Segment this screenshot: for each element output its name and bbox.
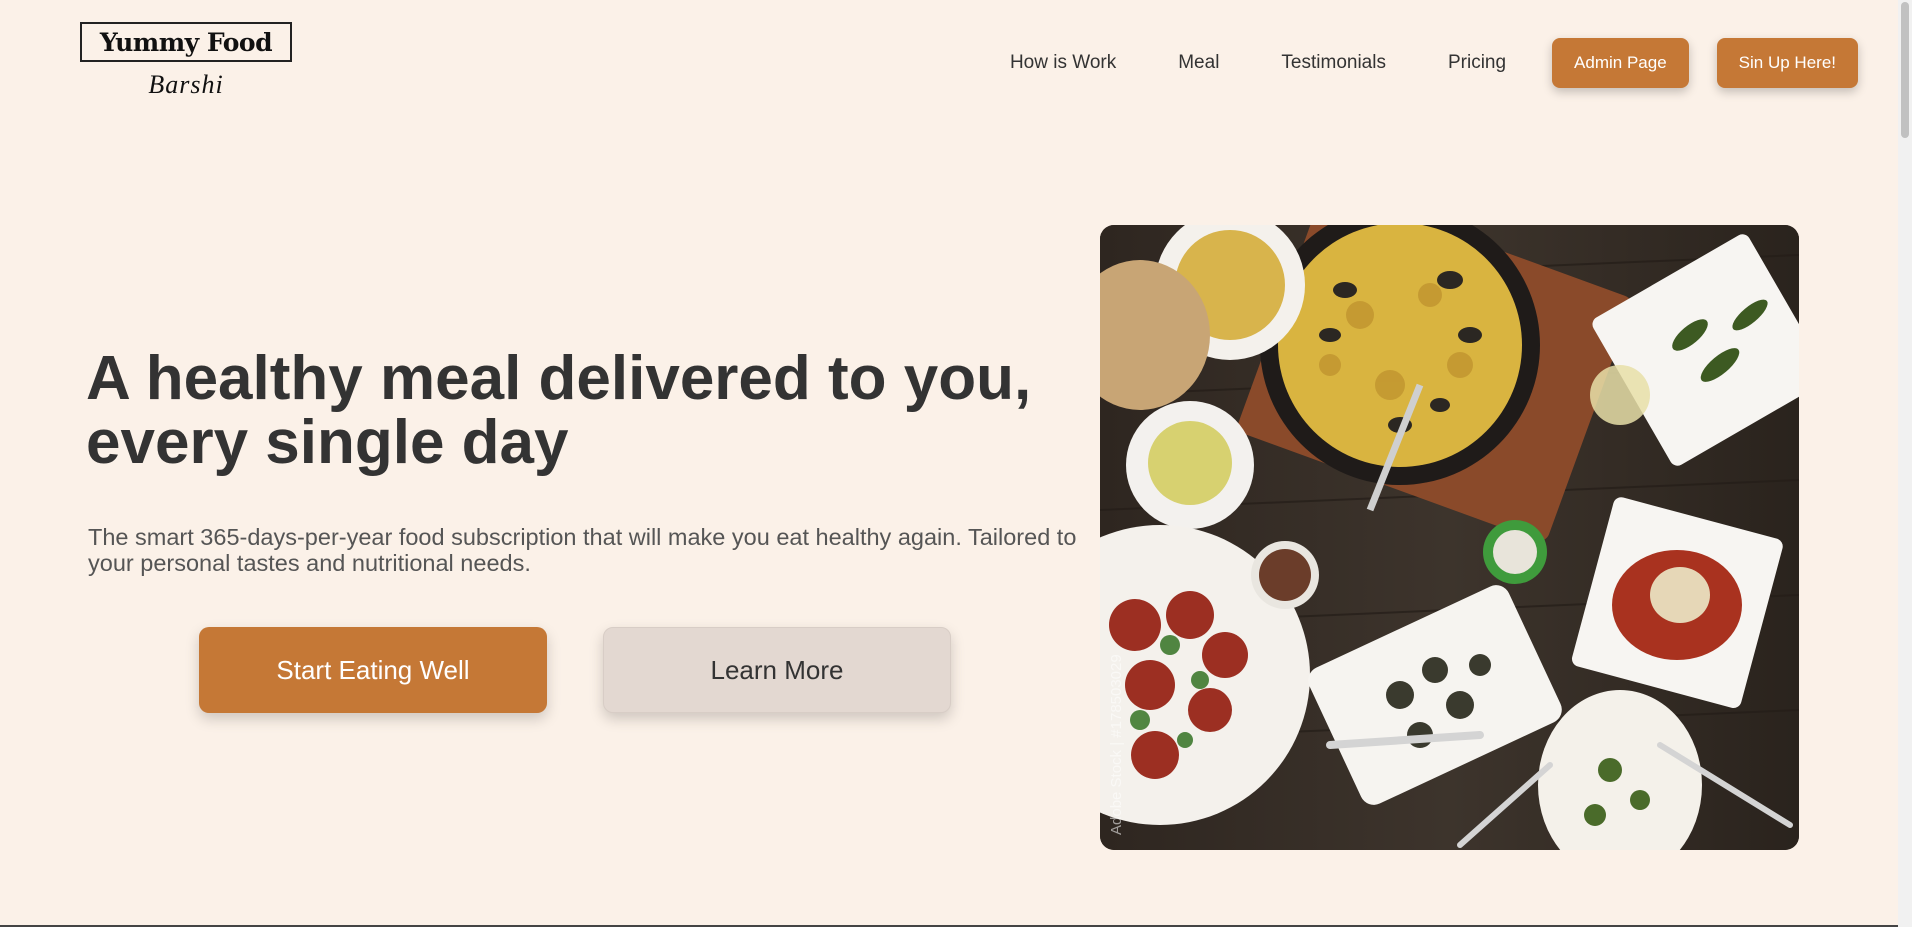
- signup-button[interactable]: Sin Up Here!: [1716, 38, 1858, 88]
- logo-subtitle: Barshi: [148, 70, 224, 99]
- site-header: Yummy Food Barshi How is Work Meal Testi…: [0, 0, 1898, 130]
- hero-title: A healthy meal delivered to you, every s…: [86, 344, 1032, 477]
- nav-link-meal[interactable]: Meal: [1178, 38, 1219, 88]
- nav-link-pricing[interactable]: Pricing: [1448, 38, 1506, 88]
- logo-title: Yummy Food: [80, 22, 292, 62]
- learn-more-button[interactable]: Learn More: [603, 627, 951, 713]
- food-illustration: [1100, 225, 1799, 850]
- nav-link-testimonials[interactable]: Testimonials: [1281, 38, 1386, 88]
- scrollbar-thumb[interactable]: [1901, 2, 1909, 138]
- admin-page-button[interactable]: Admin Page: [1552, 38, 1689, 88]
- nav-link-how-it-works[interactable]: How is Work: [1010, 38, 1116, 88]
- hero-food-image: [1100, 225, 1799, 850]
- main-nav: How is Work Meal Testimonials Pricing Ad…: [1010, 38, 1858, 88]
- hero-description: The smart 365-days-per-year food subscri…: [88, 524, 1077, 576]
- scrollbar[interactable]: [1898, 0, 1912, 927]
- image-watermark: Adobe Stock | #178503029: [1108, 654, 1125, 835]
- logo[interactable]: Yummy Food Barshi: [80, 22, 292, 100]
- start-eating-well-button[interactable]: Start Eating Well: [199, 627, 547, 713]
